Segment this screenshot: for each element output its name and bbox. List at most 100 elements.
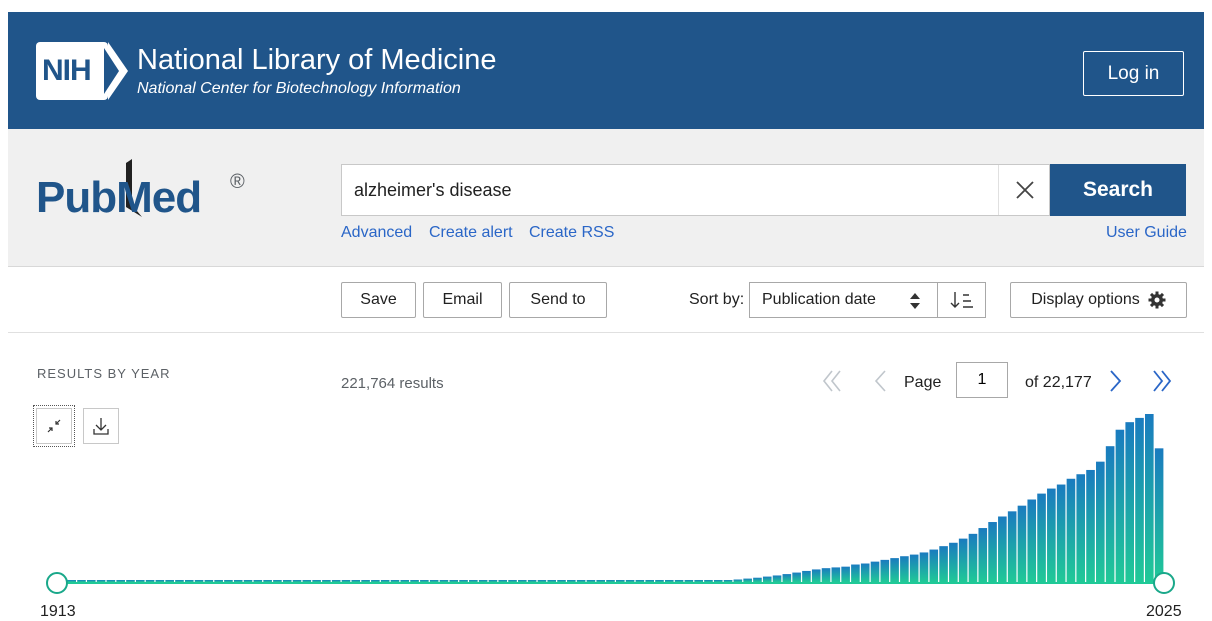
year-bar-1959[interactable] (508, 580, 517, 582)
year-bar-2012[interactable] (1027, 499, 1037, 582)
year-bar-1999[interactable] (900, 556, 909, 582)
year-bar-2024[interactable] (1145, 414, 1154, 582)
year-bar-1973[interactable] (645, 580, 654, 582)
send-to-button[interactable]: Send to (509, 282, 607, 318)
year-bar-2005[interactable] (958, 538, 968, 582)
year-bar-1946[interactable] (380, 580, 390, 582)
year-bar-1939[interactable] (312, 580, 321, 582)
year-bar-2008[interactable] (988, 522, 997, 582)
year-bar-2000[interactable] (909, 554, 919, 582)
year-bar-1924[interactable] (165, 580, 174, 582)
year-bar-2004[interactable] (949, 542, 958, 582)
year-bar-1953[interactable] (449, 580, 459, 582)
year-bar-1926[interactable] (184, 580, 194, 582)
next-page-button[interactable] (1102, 366, 1130, 396)
year-bar-1981[interactable] (723, 580, 733, 582)
year-bar-1983[interactable] (743, 578, 752, 582)
year-bar-2002[interactable] (929, 549, 939, 582)
year-bar-2014[interactable] (1047, 488, 1056, 582)
year-bar-1916[interactable] (86, 580, 96, 582)
year-bar-1987[interactable] (782, 574, 792, 582)
results-by-year-chart[interactable] (0, 405, 1212, 619)
year-bar-1948[interactable] (400, 580, 410, 582)
display-options-button[interactable]: Display options (1010, 282, 1187, 318)
year-bar-2018[interactable] (1086, 469, 1095, 582)
year-bar-1971[interactable] (625, 580, 635, 582)
year-bar-1938[interactable] (302, 580, 312, 582)
year-bar-1968[interactable] (596, 580, 606, 582)
save-button[interactable]: Save (341, 282, 416, 318)
year-bar-2020[interactable] (1105, 446, 1115, 582)
year-bar-2021[interactable] (1115, 429, 1125, 582)
year-bar-1941[interactable] (331, 580, 341, 582)
year-bar-1945[interactable] (371, 580, 380, 582)
year-bar-2007[interactable] (978, 528, 988, 582)
year-bar-2015[interactable] (1056, 484, 1066, 582)
year-bar-1975[interactable] (664, 580, 674, 582)
year-bar-1974[interactable] (655, 580, 664, 582)
year-bar-2016[interactable] (1066, 478, 1076, 582)
year-bar-1940[interactable] (322, 580, 331, 582)
nlm-title[interactable]: National Library of Medicine (137, 44, 496, 77)
year-bar-2013[interactable] (1037, 493, 1046, 582)
year-bar-1982[interactable] (733, 579, 743, 582)
year-bar-1998[interactable] (890, 558, 899, 582)
year-bar-1997[interactable] (880, 559, 890, 582)
year-bar-1972[interactable] (635, 580, 645, 582)
year-bar-1995[interactable] (860, 563, 870, 582)
year-bar-1936[interactable] (282, 580, 292, 582)
year-bar-1954[interactable] (459, 580, 468, 582)
year-bar-1920[interactable] (126, 580, 135, 582)
year-bar-1956[interactable] (478, 580, 488, 582)
year-bar-1937[interactable] (292, 580, 302, 582)
year-bar-2022[interactable] (1125, 422, 1135, 582)
year-bar-2009[interactable] (998, 516, 1007, 582)
year-bar-1958[interactable] (498, 580, 508, 582)
year-bar-1949[interactable] (410, 580, 419, 582)
year-bar-1930[interactable] (224, 580, 233, 582)
year-bar-1988[interactable] (792, 572, 801, 582)
year-bar-1919[interactable] (116, 580, 125, 582)
year-bar-1923[interactable] (155, 580, 165, 582)
year-bar-1976[interactable] (674, 580, 684, 582)
search-button[interactable]: Search (1050, 164, 1186, 216)
year-bar-1929[interactable] (214, 580, 223, 582)
year-bar-1992[interactable] (831, 567, 841, 582)
first-page-button[interactable] (818, 366, 846, 396)
year-bar-1962[interactable] (537, 580, 547, 582)
year-bar-1980[interactable] (713, 580, 723, 582)
year-bar-1964[interactable] (557, 580, 566, 582)
year-bar-1979[interactable] (704, 580, 713, 582)
sort-order-button[interactable] (937, 282, 986, 318)
year-bar-1957[interactable] (488, 580, 498, 582)
range-end-handle[interactable] (1153, 572, 1175, 594)
create-alert-link[interactable]: Create alert (429, 224, 513, 242)
year-bar-1991[interactable] (821, 568, 831, 582)
clear-search-button[interactable] (998, 165, 1051, 215)
year-bar-1960[interactable] (518, 580, 527, 582)
year-bar-1942[interactable] (341, 580, 351, 582)
year-bar-1963[interactable] (547, 580, 557, 582)
year-bar-1952[interactable] (439, 580, 449, 582)
year-bar-1943[interactable] (351, 580, 361, 582)
year-bar-1917[interactable] (96, 580, 106, 582)
year-bar-1993[interactable] (841, 566, 850, 582)
advanced-search-link[interactable]: Advanced (341, 224, 412, 242)
year-bar-1927[interactable] (194, 580, 204, 582)
range-start-handle[interactable] (46, 572, 68, 594)
year-bar-1978[interactable] (694, 580, 703, 582)
year-bar-1966[interactable] (576, 580, 586, 582)
search-input[interactable] (354, 165, 994, 215)
nih-logo[interactable]: NIH (36, 42, 108, 100)
sort-by-select[interactable]: Publication date (749, 282, 938, 318)
year-bar-1934[interactable] (263, 580, 272, 582)
year-bar-1996[interactable] (870, 561, 880, 582)
year-bar-2019[interactable] (1096, 461, 1105, 582)
year-bar-2006[interactable] (968, 533, 978, 582)
year-bar-1977[interactable] (684, 580, 694, 582)
last-page-button[interactable] (1148, 366, 1176, 396)
year-bar-1989[interactable] (802, 570, 811, 582)
year-bar-1985[interactable] (762, 576, 772, 582)
year-bar-2017[interactable] (1076, 474, 1086, 582)
year-bar-1931[interactable] (233, 580, 243, 582)
